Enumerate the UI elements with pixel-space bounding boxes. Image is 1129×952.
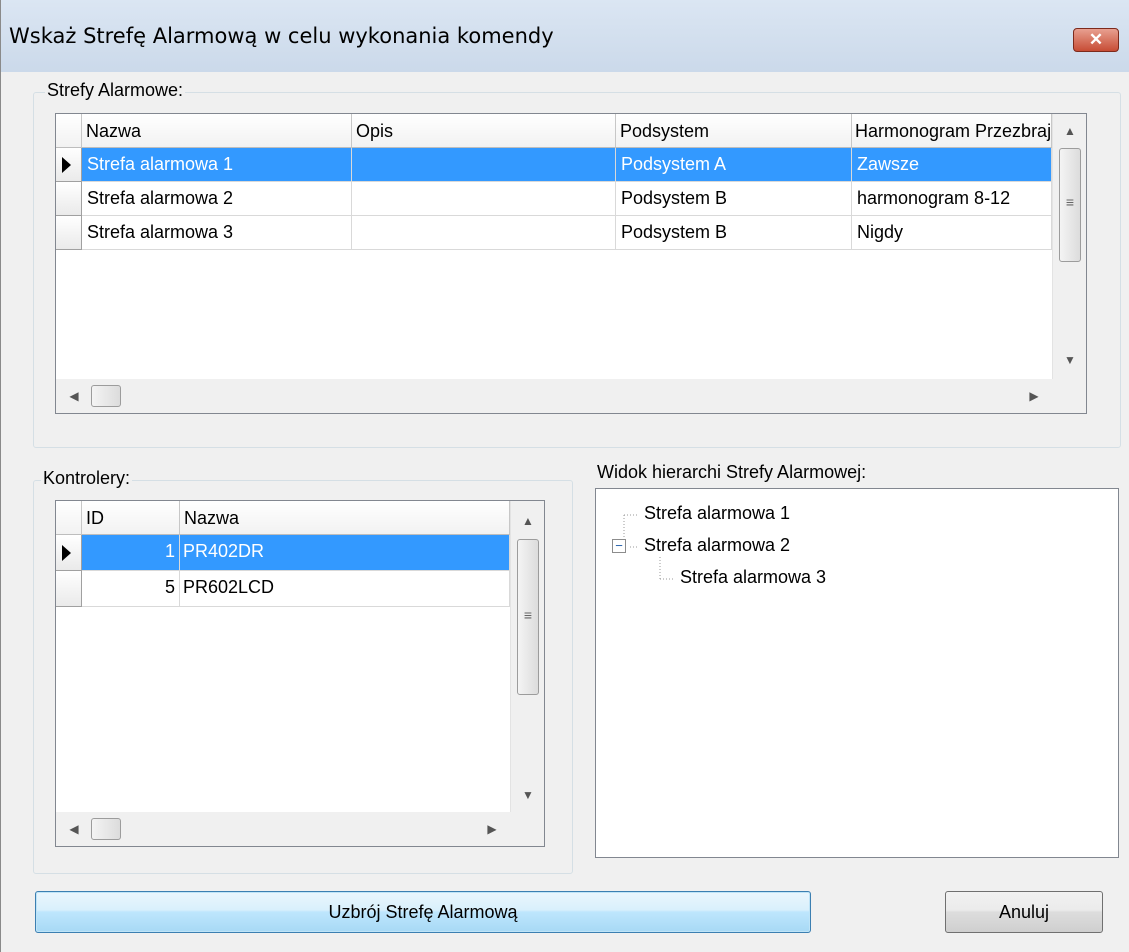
grid-corner <box>1052 379 1086 413</box>
controllers-group-label: Kontrolery: <box>41 468 133 489</box>
zones-cell-name[interactable]: Strefa alarmowa 3 <box>82 216 352 250</box>
scroll-down-icon[interactable]: ▼ <box>1060 350 1080 370</box>
zones-header-desc[interactable]: Opis <box>352 114 616 148</box>
zones-cell-name[interactable]: Strefa alarmowa 1 <box>82 148 352 182</box>
zones-hscroll-thumb[interactable] <box>91 385 121 407</box>
zones-row-header[interactable] <box>56 216 82 250</box>
zones-cell-desc[interactable] <box>352 148 616 182</box>
zones-cell-subsystem[interactable]: Podsystem B <box>616 216 852 250</box>
close-icon: ✕ <box>1088 30 1104 49</box>
controllers-vertical-scrollbar[interactable]: ▲ ≡ ▼ <box>510 501 544 812</box>
hierarchy-tree[interactable]: Strefa alarmowa 1 − Strefa alarmowa 2 St… <box>595 488 1119 858</box>
scroll-left-icon[interactable]: ◀ <box>64 386 84 406</box>
controllers-horizontal-scrollbar[interactable]: ◀ ▶ <box>56 812 510 846</box>
hierarchy-label: Widok hierarchi Strefy Alarmowej: <box>597 462 867 482</box>
controllers-cell-name[interactable]: PR602LCD <box>180 571 510 607</box>
controllers-hscroll-thumb[interactable] <box>91 818 121 840</box>
scroll-down-icon[interactable]: ▼ <box>518 785 538 805</box>
scroll-right-icon[interactable]: ▶ <box>1024 386 1044 406</box>
zones-cell-subsystem[interactable]: Podsystem B <box>616 182 852 216</box>
tree-node-zone-2[interactable]: Strefa alarmowa 2 <box>644 535 790 556</box>
zones-header-schedule[interactable]: Harmonogram Przezbrajar <box>852 114 1052 148</box>
zones-row-header[interactable] <box>56 182 82 216</box>
grid-corner <box>510 812 544 846</box>
controllers-row-header[interactable] <box>56 535 82 571</box>
zones-cell-schedule[interactable]: harmonogram 8-12 <box>852 182 1052 216</box>
controllers-header-corner <box>56 501 82 535</box>
controllers-grid[interactable]: ID Nazwa 1 PR402DR 5 PR602LCD ▲ ≡ ▼ ◀ ▶ <box>55 500 545 847</box>
tree-node-zone-1[interactable]: Strefa alarmowa 1 <box>644 503 790 524</box>
arm-zone-button[interactable]: Uzbrój Strefę Alarmową <box>35 891 811 933</box>
zones-grid[interactable]: Nazwa Opis Podsystem Harmonogram Przezbr… <box>55 113 1087 414</box>
zones-row-header[interactable] <box>56 148 82 182</box>
scroll-grip-icon: ≡ <box>1065 194 1075 210</box>
controllers-header-id[interactable]: ID <box>82 501 180 535</box>
zones-cell-subsystem[interactable]: Podsystem A <box>616 148 852 182</box>
controllers-cell-name[interactable]: PR402DR <box>180 535 510 571</box>
tree-node-zone-3[interactable]: Strefa alarmowa 3 <box>680 567 826 588</box>
zones-cell-schedule[interactable]: Nigdy <box>852 216 1052 250</box>
scroll-up-icon[interactable]: ▲ <box>518 511 538 531</box>
scroll-grip-icon: ≡ <box>523 607 533 623</box>
zones-cell-schedule[interactable]: Zawsze <box>852 148 1052 182</box>
zones-cell-desc[interactable] <box>352 216 616 250</box>
arm-zone-button-label: Uzbrój Strefę Alarmową <box>328 902 518 922</box>
zones-group-label: Strefy Alarmowe: <box>45 80 186 101</box>
window-title: Wskaż Strefę Alarmową w celu wykonania k… <box>9 24 554 48</box>
collapse-minus-icon[interactable]: − <box>612 539 626 553</box>
zones-header-name[interactable]: Nazwa <box>82 114 352 148</box>
zones-header-corner <box>56 114 82 148</box>
zones-cell-name[interactable]: Strefa alarmowa 2 <box>82 182 352 216</box>
scroll-left-icon[interactable]: ◀ <box>64 819 84 839</box>
controllers-header-name[interactable]: Nazwa <box>180 501 510 535</box>
current-row-arrow-icon <box>62 157 71 173</box>
scroll-up-icon[interactable]: ▲ <box>1060 121 1080 141</box>
cancel-button-label: Anuluj <box>998 902 1050 922</box>
cancel-button[interactable]: Anuluj <box>945 891 1103 933</box>
zones-header-subsystem[interactable]: Podsystem <box>616 114 852 148</box>
dialog-window: Wskaż Strefę Alarmową w celu wykonania k… <box>0 0 1129 952</box>
current-row-arrow-icon <box>62 545 71 561</box>
scroll-right-icon[interactable]: ▶ <box>482 819 502 839</box>
zones-horizontal-scrollbar[interactable]: ◀ ▶ <box>56 379 1052 413</box>
controllers-row-header[interactable] <box>56 571 82 607</box>
zones-vertical-scrollbar[interactable]: ▲ ≡ ▼ <box>1052 114 1086 379</box>
controllers-cell-id[interactable]: 5 <box>82 571 180 607</box>
title-bar: Wskaż Strefę Alarmową w celu wykonania k… <box>1 0 1129 72</box>
close-button[interactable]: ✕ <box>1073 28 1119 52</box>
controllers-cell-id[interactable]: 1 <box>82 535 180 571</box>
zones-cell-desc[interactable] <box>352 182 616 216</box>
